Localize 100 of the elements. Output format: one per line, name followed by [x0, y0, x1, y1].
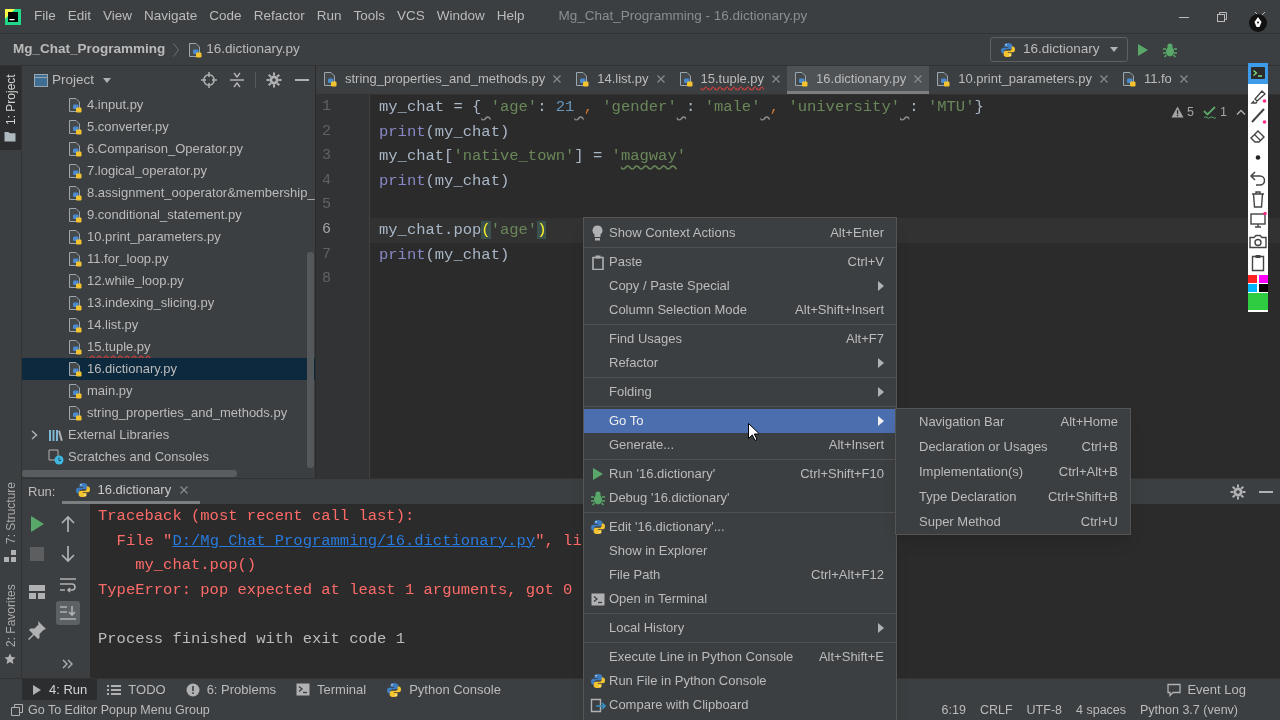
menu-item[interactable]: Go To [584, 409, 896, 433]
tree-item[interactable]: 5.converter.py [22, 116, 315, 138]
tree-item[interactable]: 6.Comparison_Operator.py [22, 138, 315, 160]
tool-window-button[interactable]: 6: Problems [175, 679, 286, 700]
menu-item[interactable]: Run [310, 6, 348, 27]
tool-window-button[interactable]: 4: Run [22, 679, 98, 700]
tree-item[interactable]: 9.conditional_statement.py [22, 204, 315, 226]
undo-icon[interactable] [1248, 168, 1268, 189]
tree-item[interactable]: 7.logical_operator.py [22, 160, 315, 182]
status-bar-item[interactable]: Python 3.7 (venv) [1133, 700, 1245, 720]
warning-count[interactable]: 5 [1187, 103, 1195, 122]
tree-item[interactable]: 8.assignment_ooperator&membership_ [22, 182, 315, 204]
tool-window-tab[interactable]: 1: Project [0, 66, 21, 150]
menu-item[interactable]: Run File in Python Console [584, 669, 896, 693]
menu-item[interactable]: Debug '16.dictionary' [584, 486, 896, 510]
menu-item[interactable]: Show Context Actions Alt+Enter [584, 221, 896, 245]
tool-window-button[interactable]: TODO [97, 679, 176, 700]
menu-item[interactable]: Local History [584, 616, 896, 640]
collapse-all-icon[interactable] [229, 72, 245, 88]
menu-item[interactable]: Type Declaration Ctrl+Shift+B [896, 484, 1130, 509]
settings-icon[interactable] [266, 72, 282, 88]
scroll-to-end-icon[interactable] [56, 601, 80, 625]
minimize-icon[interactable] [1259, 490, 1273, 493]
tree-item[interactable]: 12.while_loop.py [22, 270, 315, 292]
menu-item[interactable]: Implementation(s) Ctrl+Alt+B [896, 459, 1130, 484]
color-swatch-icon[interactable] [1248, 293, 1268, 310]
status-bar-item[interactable]: 6:19 [934, 700, 973, 720]
tool-window-button[interactable]: Python Console [376, 679, 511, 700]
editor-tab[interactable]: 14.list.py [568, 66, 672, 94]
tree-item[interactable]: Scratches and Consoles [22, 446, 315, 468]
menu-item[interactable]: File Path Ctrl+Alt+F12 [584, 563, 896, 587]
settings-icon[interactable] [1230, 483, 1246, 500]
editor-tab[interactable]: 15.tuple.py [671, 66, 788, 94]
menu-item[interactable]: Code [203, 6, 248, 27]
tool-window-tab[interactable]: 7: Structure [0, 478, 21, 566]
event-log-button[interactable]: Event Log [1167, 679, 1246, 700]
menu-item[interactable]: Copy / Paste Special [584, 274, 896, 298]
tree-item[interactable]: 15.tuple.py [22, 336, 315, 358]
terminal-icon[interactable] [1248, 63, 1268, 84]
bug-icon[interactable] [1162, 41, 1178, 58]
tree-item[interactable]: string_properties_and_methods.py [22, 402, 315, 424]
menu-item[interactable]: File [28, 6, 62, 27]
editor-tab[interactable]: string_properties_and_methods.py [316, 66, 569, 94]
menu-item[interactable]: Refactor [584, 351, 896, 375]
menu-item[interactable]: Compare with Clipboard [584, 693, 896, 717]
menu-item[interactable]: Edit [61, 6, 98, 27]
caret-up-icon[interactable] [1236, 109, 1246, 116]
menu-item[interactable]: Generate... Alt+Insert [584, 433, 896, 457]
weak-warning-count[interactable]: 1 [1220, 103, 1227, 122]
tool-window-tab[interactable]: 2: Favorites [0, 580, 21, 670]
run-icon[interactable] [1137, 42, 1149, 57]
editor-tab[interactable]: 16.dictionary.py [787, 66, 930, 94]
horizontal-scrollbar[interactable] [22, 469, 237, 477]
tree-item[interactable]: External Libraries [22, 424, 315, 446]
chevron-right-icon[interactable] [30, 430, 38, 440]
color-swatch-icon[interactable] [1248, 284, 1257, 292]
tree-item[interactable]: 4.input.py [22, 94, 315, 116]
file-link[interactable]: D:/Mg_Chat_Programming/16.dictionary.py [172, 531, 536, 550]
restore-window-icon[interactable] [1217, 11, 1227, 22]
menu-item[interactable]: Edit '16.dictionary'... [584, 515, 896, 539]
menu-item[interactable]: Find Usages Alt+F7 [584, 327, 896, 351]
menu-item[interactable]: Column Selection Mode Alt+Shift+Insert [584, 298, 896, 322]
editor-tab[interactable]: 10.print_parameters.py [929, 66, 1115, 94]
tree-item[interactable]: main.py [22, 380, 315, 402]
menu-item[interactable]: Show in Explorer [584, 539, 896, 563]
menu-item[interactable]: Folding [584, 380, 896, 404]
window-icon[interactable] [11, 704, 23, 716]
vertical-scrollbar[interactable] [307, 252, 314, 468]
crosshair-icon[interactable] [201, 72, 217, 88]
menu-item[interactable]: Navigation Bar Alt+Home [896, 409, 1130, 434]
menu-item[interactable]: Refactor [247, 6, 311, 27]
monitor-icon[interactable] [1248, 210, 1268, 231]
menu-item[interactable]: Run '16.dictionary' Ctrl+Shift+F10 [584, 462, 896, 486]
tree-item[interactable]: 10.print_parameters.py [22, 226, 315, 248]
tree-item[interactable]: 14.list.py [22, 314, 315, 336]
menu-item[interactable]: Tools [347, 6, 391, 27]
color-swatch-icon[interactable] [1248, 275, 1257, 283]
menu-item[interactable]: Declaration or Usages Ctrl+B [896, 434, 1130, 459]
view-dropdown[interactable]: Project [52, 69, 112, 91]
tree-item[interactable]: 13.indexing_slicing.py [22, 292, 315, 314]
tool-window-button[interactable]: Terminal [286, 679, 377, 700]
menu-item[interactable]: Help [490, 6, 531, 27]
menu-item[interactable]: View [97, 6, 139, 27]
color-swatch-icon[interactable] [1259, 284, 1268, 292]
menu-item[interactable]: Navigate [138, 6, 204, 27]
menu-item[interactable]: Super Method Ctrl+U [896, 509, 1130, 534]
menu-item[interactable]: Window [430, 6, 491, 27]
color-swatch-icon[interactable] [1259, 275, 1268, 283]
run-configuration-dropdown[interactable]: 16.dictionary [990, 37, 1128, 62]
breadcrumb-item[interactable]: Mg_Chat_Programming [13, 39, 166, 60]
menu-item[interactable]: VCS [390, 6, 431, 27]
tree-item[interactable]: 16.dictionary.py [22, 358, 315, 380]
status-bar-item[interactable]: 4 spaces [1069, 700, 1134, 720]
status-bar-item[interactable]: UTF-8 [1019, 700, 1069, 720]
tree-item[interactable]: 11.for_loop.py [22, 248, 315, 270]
status-bar-item[interactable]: CRLF [972, 700, 1020, 720]
menu-item[interactable]: Open in Terminal [584, 587, 896, 611]
editor-tab[interactable]: 11.fo [1114, 66, 1195, 94]
menu-item[interactable]: Paste Ctrl+V [584, 250, 896, 274]
menu-item[interactable]: Execute Line in Python Console Alt+Shift+E [584, 645, 896, 669]
